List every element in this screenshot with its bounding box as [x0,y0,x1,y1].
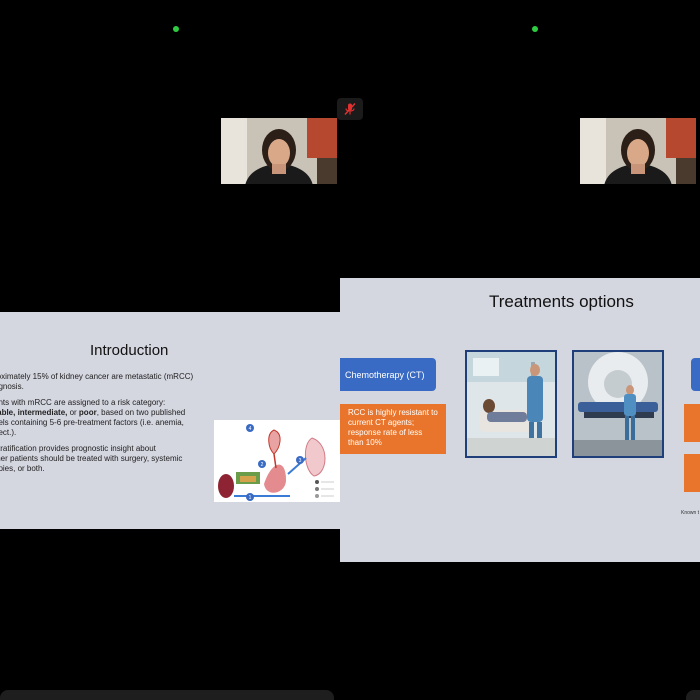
chemotherapy-description-box: RCC is highly resistant to current CT ag… [340,404,446,454]
slide-title: Treatments options [489,292,634,311]
partial-description-box [684,454,700,492]
diagram-marker: 2 [261,462,264,468]
active-indicator-dot [173,26,179,32]
diagram-marker: 4 [249,426,252,432]
partial-option-box [691,358,700,391]
shared-slide-treatments: Treatments options Chemotherapy (CT) RCC… [340,278,700,562]
diagram-marker: 1 [249,495,252,501]
radiotherapy-machine-photo [572,350,664,458]
bullet-item: roximately 15% of kidney cancer are meta… [0,372,194,391]
slide-title: Introduction [90,342,169,359]
chemotherapy-patient-photo [465,350,557,458]
diagram-marker: 3 [299,458,302,464]
mic-off-icon [344,102,356,116]
chemotherapy-label-box: Chemotherapy (CT) [340,358,436,391]
metastasis-diagram: 4 2 3 1 [214,420,340,502]
muted-mic-badge[interactable] [337,98,363,120]
participant-tile-left[interactable]: Introduction roximately 15% of kidney ca… [0,0,340,700]
active-indicator-dot [532,26,538,32]
slide-bullets: roximately 15% of kidney cancer are meta… [0,372,212,480]
bullet-item: stratification provides prognostic insig… [0,444,183,473]
partial-description-box [684,404,700,442]
bullet-item: ents with mRCC are assigned to a risk ca… [0,398,186,437]
participant-tile-right[interactable]: Treatments options Chemotherapy (CT) RCC… [340,0,700,700]
participant-video-thumbnail[interactable] [580,118,696,184]
participant-video-thumbnail[interactable] [221,118,337,184]
tile-bottom-bar [0,690,334,700]
tile-bottom-bar [686,690,700,700]
slide-footnote: Known t [681,510,700,516]
shared-slide-introduction: Introduction roximately 15% of kidney ca… [0,312,340,529]
